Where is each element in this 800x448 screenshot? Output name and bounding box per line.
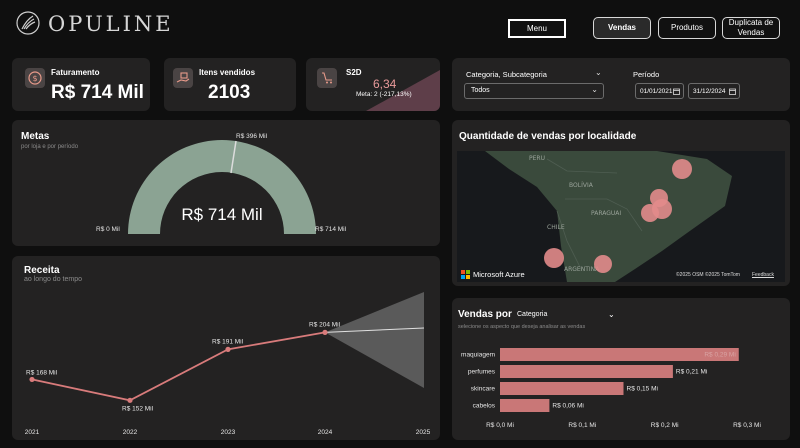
produtos-tab-button[interactable]: Produtos — [658, 17, 716, 39]
categoria-select[interactable]: Todos ⌄ — [464, 83, 604, 99]
receita-data-label: R$ 204 Mil — [309, 321, 341, 328]
menu-button[interactable]: Menu — [508, 19, 566, 38]
gauge-target-label: R$ 396 Mil — [236, 133, 268, 140]
faturamento-value: R$ 714 Mil — [51, 82, 144, 103]
itens-vendidos-value: 2103 — [208, 82, 251, 103]
receita-card: Receita ao longo do tempo R$ 168 Mil R$ 1… — [12, 256, 440, 440]
map-copyright: ©2025 OSM ©2025 TomTom — [676, 272, 740, 278]
hand-box-icon — [173, 68, 193, 88]
receita-point — [322, 329, 328, 335]
end-date-input[interactable]: 31/12/2024 — [688, 83, 740, 99]
receita-data-label: R$ 191 Mil — [212, 338, 244, 345]
map-label-paraguai: PARAGUAI — [591, 210, 621, 217]
bar-value-label: R$ 0,15 Mi — [627, 386, 658, 393]
receita-point — [127, 397, 133, 403]
map-canvas[interactable]: PERU BOLÍVIA PARAGUAI CHILE ARGENTINA — [457, 151, 785, 282]
map-bubble — [594, 255, 612, 273]
bar-value-label: R$ 0,29 Mi — [704, 352, 735, 359]
cart-icon — [317, 68, 337, 88]
map-card: Quantidade de vendas por localidade PERU… — [452, 120, 790, 286]
gauge-min-label: R$ 0 Mil — [96, 226, 120, 233]
gauge-max-label: R$ 714 Mil — [315, 226, 347, 233]
vendas-por-card: Vendas por Categoria ⌄ selecione os aspe… — [452, 298, 790, 440]
vendas-por-bar-chart: maquiagem R$ 0,29 Mi perfumes R$ 0,21 Mi ski… — [461, 348, 761, 429]
map-bubble — [641, 204, 659, 222]
map-bubble — [672, 159, 692, 179]
bar-x-tick: R$ 0,2 Mi — [651, 422, 679, 429]
s2d-card: S2D 6,34 Meta: 2 (-217,13%) — [306, 58, 440, 111]
bar-category-label: cabelos — [473, 403, 496, 410]
receita-line — [31, 331, 326, 402]
duplicata-tab-button[interactable]: Duplicata de Vendas — [722, 17, 780, 39]
itens-vendidos-label: Itens vendidos — [199, 68, 256, 77]
map-feedback-link[interactable]: Feedback — [752, 272, 774, 278]
bar-value-label: R$ 0,06 Mi — [552, 403, 583, 410]
faturamento-card: $ Faturamento R$ 714 Mil — [12, 58, 150, 111]
bar — [500, 382, 624, 395]
vendas-tab-button[interactable]: Vendas — [593, 17, 651, 39]
start-date-value: 01/01/2021 — [640, 88, 673, 95]
receita-data-label: R$ 152 Mil — [122, 405, 154, 412]
receita-x-tick: 2022 — [123, 429, 138, 436]
gauge-value: R$ 714 Mil — [181, 205, 263, 224]
map-label-chile: CHILE — [547, 224, 565, 231]
categoria-filter-label: Categoria, Subcategoria — [466, 70, 547, 79]
receita-x-tick: 2024 — [318, 429, 333, 436]
calendar-icon — [729, 88, 736, 95]
map-label-bolivia: BOLÍVIA — [569, 182, 594, 189]
bar-value-label: R$ 0,21 Mi — [676, 369, 707, 376]
categoria-select-value: Todos — [471, 87, 490, 94]
end-date-value: 31/12/2024 — [693, 88, 726, 95]
forecast-band — [325, 292, 424, 388]
start-date-input[interactable]: 01/01/2021 — [635, 83, 684, 99]
opuline-logo-icon — [16, 11, 40, 35]
bar-x-tick: R$ 0,0 Mi — [486, 422, 514, 429]
s2d-meta: Meta: 2 (-217,13%) — [356, 91, 412, 98]
bar — [500, 399, 550, 412]
svg-text:$: $ — [32, 74, 37, 83]
itens-vendidos-card: Itens vendidos 2103 — [164, 58, 296, 111]
receita-x-tick: 2025 — [416, 429, 431, 436]
map-label-peru: PERU — [529, 155, 545, 162]
categoria-collapse-chevron-icon[interactable]: ⌄ — [595, 68, 602, 77]
faturamento-label: Faturamento — [51, 68, 100, 77]
s2d-value: 6,34 — [373, 77, 397, 91]
bar — [500, 365, 673, 378]
microsoft-logo-icon — [461, 270, 470, 279]
receita-line-chart: R$ 168 Mil R$ 152 Mil R$ 191 Mil R$ 204 Mil… — [25, 292, 431, 436]
bar-x-tick: R$ 0,1 Mi — [568, 422, 596, 429]
s2d-label: S2D — [346, 68, 362, 77]
chevron-down-icon: ⌄ — [591, 85, 598, 94]
bar-category-label: maquiagem — [461, 352, 495, 359]
microsoft-azure-label: Microsoft Azure — [473, 270, 525, 279]
calendar-icon — [673, 88, 680, 95]
receita-point — [29, 376, 35, 383]
brand-logo: OPULINE — [48, 12, 174, 36]
metas-card: Metas por loja e por período R$ 714 Mil … — [12, 120, 440, 246]
metas-gauge — [128, 140, 316, 234]
money-icon: $ — [25, 68, 45, 88]
bar-x-tick: R$ 0,3 Mi — [733, 422, 761, 429]
bar-category-label: skincare — [471, 386, 496, 393]
receita-point — [225, 346, 231, 352]
receita-data-label: R$ 168 Mil — [26, 369, 58, 376]
periodo-label: Período — [633, 70, 660, 79]
map-bubble — [544, 248, 564, 268]
filters-panel: Categoria, Subcategoria ⌄ Todos ⌄ Períod… — [452, 58, 790, 111]
receita-x-tick: 2023 — [221, 429, 236, 436]
receita-x-tick: 2021 — [25, 429, 40, 436]
map-title: Quantidade de vendas por localidade — [459, 131, 637, 142]
bar-category-label: perfumes — [468, 369, 496, 376]
bar — [500, 348, 739, 361]
